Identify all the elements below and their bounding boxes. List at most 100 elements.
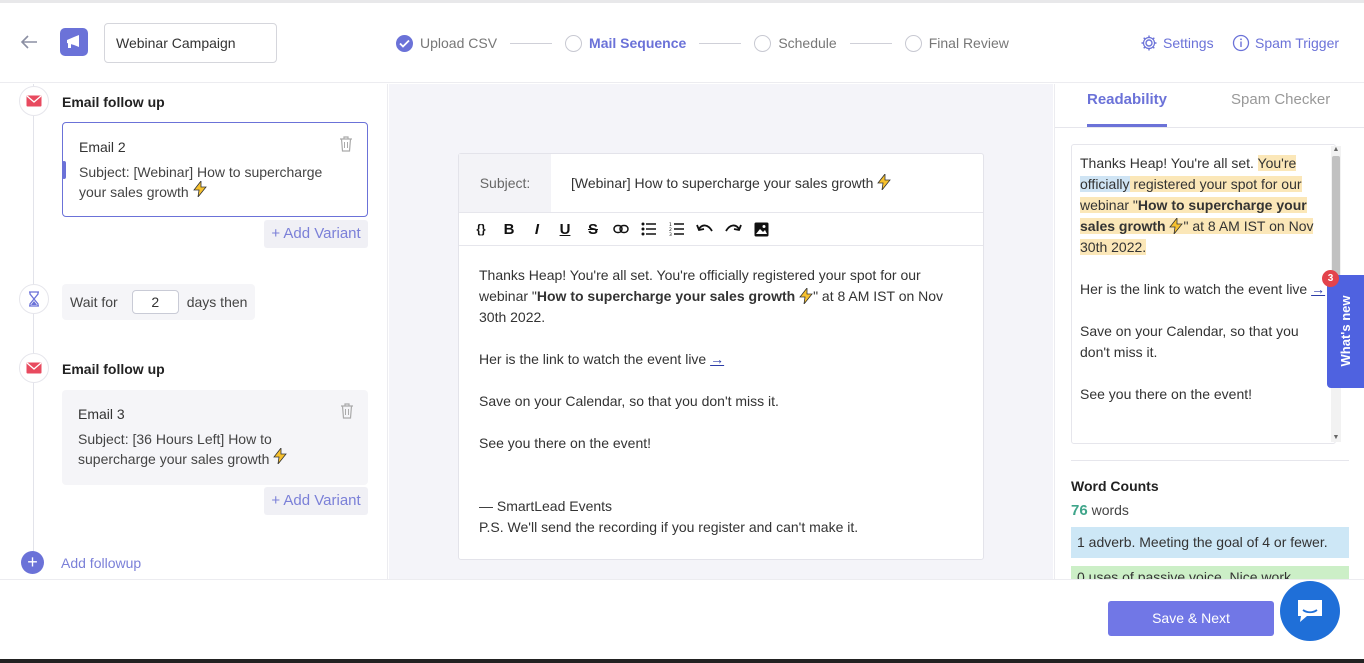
back-arrow-icon[interactable] — [18, 31, 42, 55]
timeline-line — [33, 84, 34, 554]
undo-icon[interactable] — [691, 217, 719, 241]
step-circle-icon — [904, 34, 922, 52]
spam-trigger-label: Spam Trigger — [1255, 35, 1340, 51]
email-subject: Subject: [Webinar] How to supercharge yo… — [79, 164, 323, 200]
underline-icon[interactable]: U — [551, 217, 579, 241]
event-link[interactable]: → — [710, 351, 724, 367]
passive-voice-message: 0 uses of passive voice. Nice work. — [1071, 566, 1349, 579]
add-followup-label: Add followup — [61, 554, 142, 571]
signature-line: — SmartLead Events — [479, 498, 613, 514]
section-title: Email follow up — [62, 361, 165, 377]
step-circle-icon — [754, 34, 772, 52]
step-label: Mail Sequence — [589, 35, 687, 51]
bottom-strip — [0, 659, 1364, 663]
preview-paragraph: Thanks Heap! You're all set. You're offi… — [1080, 155, 1314, 255]
body-paragraph: Thanks Heap! You're all set. You're offi… — [479, 267, 944, 325]
bold-icon[interactable]: B — [495, 217, 523, 241]
preview-paragraph: See you there on the event! — [1080, 386, 1253, 402]
analysis-tabs: Readability Spam Checker — [1055, 84, 1364, 128]
step-connector — [510, 42, 553, 44]
bullet-list-icon[interactable] — [635, 217, 663, 241]
step-circle-icon — [565, 34, 583, 52]
add-followup-button[interactable]: + Add followup — [21, 551, 141, 574]
add-variant-button[interactable]: + Add Variant — [264, 487, 368, 515]
email-body[interactable]: Thanks Heap! You're all set. You're offi… — [459, 246, 983, 538]
envelope-icon — [19, 86, 49, 116]
active-tab-indicator — [1087, 124, 1167, 127]
check-icon — [396, 34, 413, 52]
word-counts-title: Word Counts — [1071, 478, 1159, 494]
subject-input[interactable]: [Webinar] How to supercharge your sales … — [551, 154, 892, 212]
save-next-button[interactable]: Save & Next — [1108, 601, 1274, 636]
link-icon[interactable] — [607, 217, 635, 241]
email-subject: Subject: [36 Hours Left] How to supercha… — [78, 430, 340, 468]
step-connector — [699, 42, 742, 44]
email-editor: Subject: [Webinar] How to supercharge yo… — [458, 153, 984, 560]
notification-badge: 3 — [1322, 270, 1339, 287]
image-icon[interactable] — [747, 217, 775, 241]
readability-preview: Thanks Heap! You're all set. You're offi… — [1071, 144, 1336, 444]
trash-icon[interactable] — [339, 136, 353, 152]
analysis-panel: Readability Spam Checker Thanks Heap! Yo… — [1054, 84, 1364, 579]
step-final-review[interactable]: Final Review — [904, 34, 1009, 52]
scroll-down-icon[interactable]: ▼ — [1332, 434, 1340, 442]
step-schedule[interactable]: Schedule — [754, 34, 837, 52]
format-toolbar: {} B I U S 123 — [459, 213, 983, 246]
whats-new-label: What's new — [1338, 295, 1353, 367]
body-paragraph: Save on your Calendar, so that you don't… — [479, 393, 779, 409]
adverb-message: 1 adverb. Meeting the goal of 4 or fewer… — [1071, 527, 1349, 558]
campaign-name-input[interactable] — [104, 23, 277, 63]
email-3-card[interactable]: Email 3 Subject: [36 Hours Left] How to … — [62, 390, 368, 485]
wait-prefix: Wait for — [70, 294, 118, 310]
redo-icon[interactable] — [719, 217, 747, 241]
trash-icon[interactable] — [340, 403, 354, 419]
step-connector — [849, 42, 892, 44]
scroll-up-icon[interactable]: ▲ — [1332, 146, 1340, 154]
body-paragraph: Her is the link to watch the event live … — [479, 351, 725, 367]
tab-spam-checker[interactable]: Spam Checker — [1231, 91, 1330, 108]
step-mail-sequence[interactable]: Mail Sequence — [565, 34, 687, 52]
step-upload-csv[interactable]: Upload CSV — [396, 34, 498, 52]
lightning-icon — [273, 446, 288, 467]
divider — [1071, 460, 1349, 461]
step-label: Schedule — [778, 35, 837, 51]
email-label: Email 3 — [78, 406, 125, 422]
email-2-card[interactable]: Email 2 Subject: [Webinar] How to superc… — [62, 122, 368, 217]
section-title: Email follow up — [62, 94, 165, 110]
tab-readability[interactable]: Readability — [1087, 91, 1167, 108]
envelope-icon — [19, 353, 49, 383]
editor-area: Subject: [Webinar] How to supercharge yo… — [389, 84, 1053, 579]
footer: Save & Next — [0, 579, 1364, 663]
step-label: Final Review — [928, 35, 1009, 51]
lightning-icon — [192, 179, 207, 200]
header: Upload CSV Mail Sequence Schedule Final … — [0, 3, 1364, 83]
svg-text:3: 3 — [669, 232, 672, 236]
strikethrough-icon[interactable]: S — [579, 217, 607, 241]
add-variant-button[interactable]: + Add Variant — [264, 220, 368, 248]
selected-indicator — [62, 161, 66, 179]
variables-icon[interactable]: {} — [467, 217, 495, 241]
numbered-list-icon[interactable]: 123 — [663, 217, 691, 241]
spam-trigger-link[interactable]: Spam Trigger — [1232, 34, 1339, 52]
step-label: Upload CSV — [420, 35, 498, 51]
wait-box: Wait for days then — [62, 284, 255, 320]
subject-label: Subject: — [459, 154, 551, 212]
gear-icon — [1140, 34, 1158, 52]
info-icon — [1232, 34, 1250, 52]
preview-paragraph: Save on your Calendar, so that you don't… — [1080, 323, 1299, 360]
whats-new-tab[interactable]: What's new — [1327, 275, 1364, 388]
subject-row: Subject: [Webinar] How to supercharge yo… — [459, 154, 983, 213]
plus-icon: + — [21, 551, 44, 574]
chat-icon[interactable] — [1280, 581, 1340, 641]
settings-link[interactable]: Settings — [1140, 34, 1214, 52]
sequence-panel: Email follow up Email 2 Subject: [Webina… — [0, 84, 388, 579]
preview-paragraph: Her is the link to watch the event live … — [1080, 281, 1326, 297]
progress-steps: Upload CSV Mail Sequence Schedule Final … — [396, 33, 1009, 53]
word-count: 76 words — [1071, 502, 1129, 519]
wait-days-input[interactable] — [131, 290, 179, 314]
wait-suffix: days then — [186, 294, 248, 310]
lightning-icon — [877, 172, 892, 193]
italic-icon[interactable]: I — [523, 217, 551, 241]
lightning-icon — [1169, 216, 1184, 236]
body-paragraph: See you there on the event! — [479, 435, 652, 451]
